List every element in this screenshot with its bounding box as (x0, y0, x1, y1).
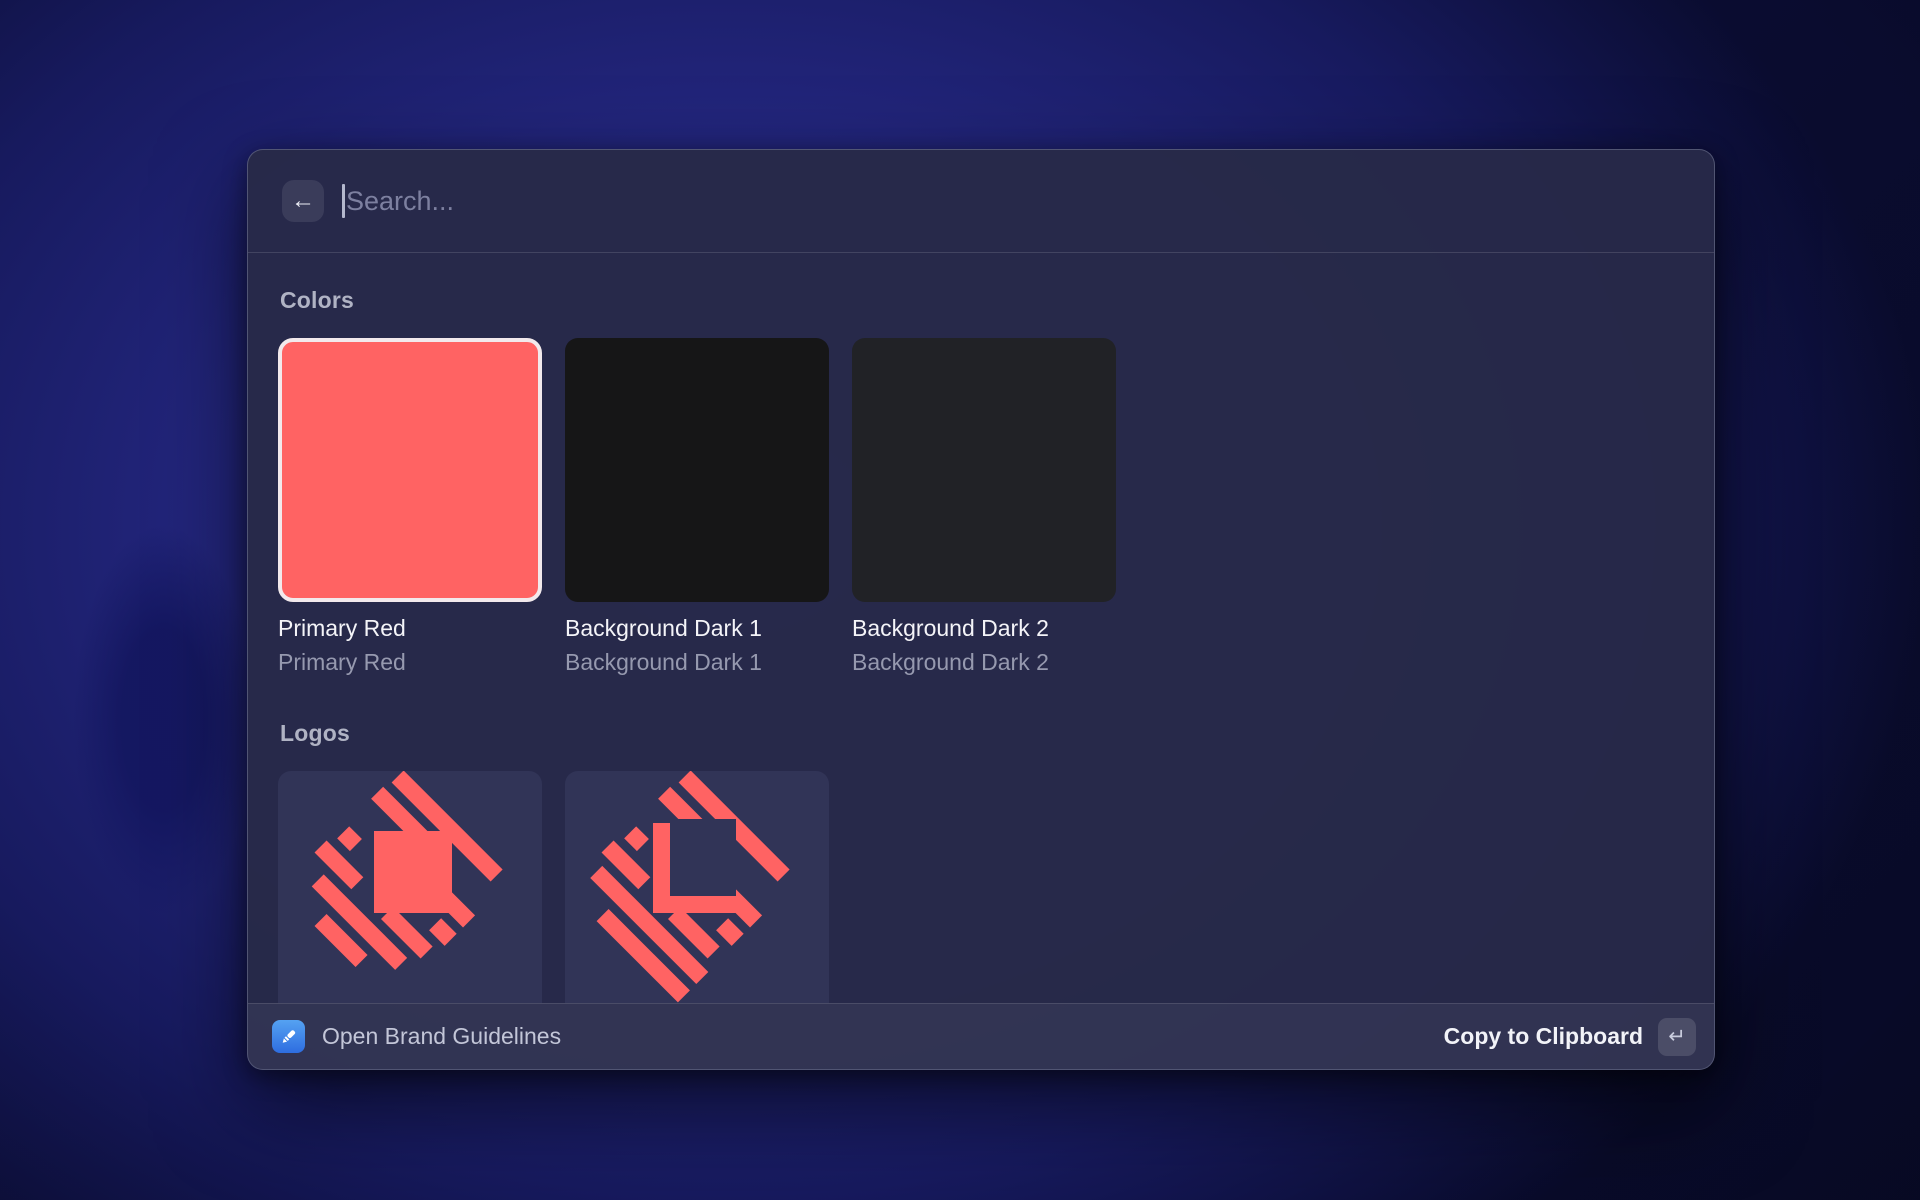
color-swatch-selected (278, 338, 542, 602)
logo-solid-square-image (278, 771, 542, 1003)
section-logos: Logos (278, 720, 1684, 1003)
brand-guidelines-app-icon (272, 1020, 305, 1053)
open-brand-guidelines-action[interactable]: Open Brand Guidelines (322, 1023, 561, 1050)
color-swatch (565, 338, 829, 602)
section-colors: Colors Primary Red Primary Red Backgroun… (278, 287, 1684, 676)
color-card-primary-red[interactable]: Primary Red Primary Red (278, 338, 542, 676)
color-name: Primary Red (278, 615, 542, 642)
enter-key-hint: ↵ (1658, 1018, 1696, 1056)
command-palette-window: ← Colors Primary Red Primary Red Backgro… (247, 149, 1715, 1070)
color-card-background-dark-1[interactable]: Background Dark 1 Background Dark 1 (565, 338, 829, 676)
results-list: Colors Primary Red Primary Red Backgroun… (248, 253, 1714, 1003)
copy-to-clipboard-action[interactable]: Copy to Clipboard (1444, 1023, 1643, 1050)
color-card-background-dark-2[interactable]: Background Dark 2 Background Dark 2 (852, 338, 1116, 676)
paintbrush-icon (278, 1026, 299, 1047)
color-subtitle: Background Dark 1 (565, 649, 829, 676)
section-title-colors: Colors (280, 287, 1684, 314)
color-swatch (852, 338, 1116, 602)
search-field-wrap (346, 186, 1680, 217)
color-subtitle: Primary Red (278, 649, 542, 676)
logo-card-outline[interactable] (565, 771, 829, 1003)
color-subtitle: Background Dark 2 (852, 649, 1116, 676)
logo-outline-square-image (565, 771, 829, 1003)
logo-card-solid[interactable] (278, 771, 542, 1003)
color-name: Background Dark 2 (852, 615, 1116, 642)
search-input[interactable] (346, 186, 1680, 217)
search-header: ← (248, 150, 1714, 253)
action-bar: Open Brand Guidelines Copy to Clipboard … (248, 1003, 1714, 1069)
text-cursor (342, 184, 345, 218)
colors-grid: Primary Red Primary Red Background Dark … (278, 338, 1684, 676)
back-button[interactable]: ← (282, 180, 324, 222)
logos-grid (278, 771, 1684, 1003)
color-name: Background Dark 1 (565, 615, 829, 642)
back-arrow-icon: ← (291, 189, 315, 213)
section-title-logos: Logos (280, 720, 1684, 747)
return-key-icon: ↵ (1668, 1024, 1686, 1049)
